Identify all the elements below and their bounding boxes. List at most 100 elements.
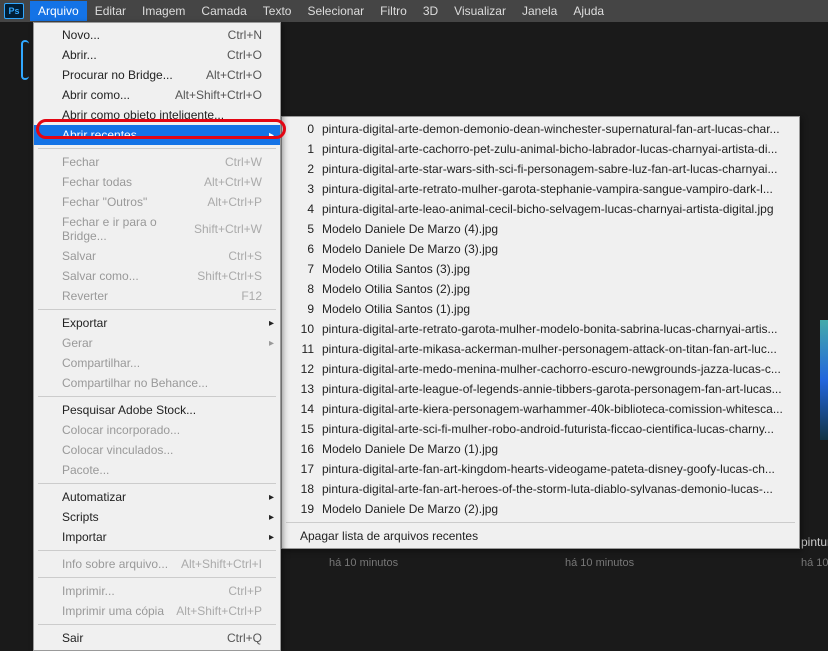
clear-recent-files[interactable]: Apagar lista de arquivos recentes — [282, 526, 799, 546]
menu-item-label: Abrir... — [62, 48, 97, 62]
recent-file-name: pintura-digital-arte-mikasa-ackerman-mul… — [322, 342, 777, 356]
menu-item-label: Abrir recentes — [62, 128, 137, 142]
menu-item-label: Pacote... — [62, 463, 109, 477]
menu-item-label: Scripts — [62, 510, 99, 524]
recent-file-item[interactable]: 0pintura-digital-arte-demon-demonio-dean… — [282, 119, 799, 139]
menu-item[interactable]: Abrir como...Alt+Shift+Ctrl+O — [34, 85, 280, 105]
recent-file-item[interactable]: 5Modelo Daniele De Marzo (4).jpg — [282, 219, 799, 239]
recent-file-index: 0 — [296, 122, 314, 136]
menu-item: SalvarCtrl+S — [34, 246, 280, 266]
recent-file-item[interactable]: 16Modelo Daniele De Marzo (1).jpg — [282, 439, 799, 459]
recent-file-item[interactable]: 19 Modelo Daniele De Marzo (2).jpg — [282, 499, 799, 519]
menu-item[interactable]: Importar — [34, 527, 280, 547]
recent-file-name: Modelo Daniele De Marzo (4).jpg — [322, 222, 498, 236]
recent-file-item[interactable]: 14pintura-digital-arte-kiera-personagem-… — [282, 399, 799, 419]
menu-item: Compartilhar... — [34, 353, 280, 373]
recent-file-index: 12 — [296, 362, 314, 376]
menu-item-label: Importar — [62, 530, 107, 544]
menu-item-label: Fechar "Outros" — [62, 195, 147, 209]
recent-file-item[interactable]: 13pintura-digital-arte-league-of-legends… — [282, 379, 799, 399]
recent-file-name: pintura-digital-arte-leao-animal-cecil-b… — [322, 202, 774, 216]
recent-file-name: pintura-digital-arte-star-wars-sith-sci-… — [322, 162, 777, 176]
recent-file-index: 19 — [296, 502, 314, 516]
recent-file-item[interactable]: 3pintura-digital-arte-retrato-mulher-gar… — [282, 179, 799, 199]
menu-item-shortcut: Ctrl+Q — [227, 631, 262, 645]
recent-file-item[interactable]: 12 pintura-digital-arte-medo-menina-mulhe… — [282, 359, 799, 379]
menubar-item-editar[interactable]: Editar — [87, 1, 134, 21]
recent-file-item[interactable]: 10pintura-digital-arte-retrato-garota-mu… — [282, 319, 799, 339]
menu-item[interactable]: Procurar no Bridge...Alt+Ctrl+O — [34, 65, 280, 85]
recent-file-item[interactable]: 1pintura-digital-arte-cachorro-pet-zulu-… — [282, 139, 799, 159]
menu-item: Colocar incorporado... — [34, 420, 280, 440]
menu-item[interactable]: Exportar — [34, 313, 280, 333]
menu-item[interactable]: Abrir...Ctrl+O — [34, 45, 280, 65]
menu-item: Fechar todasAlt+Ctrl+W — [34, 172, 280, 192]
menubar-item-imagem[interactable]: Imagem — [134, 1, 193, 21]
menu-item[interactable]: SairCtrl+Q — [34, 628, 280, 648]
menu-item: Info sobre arquivo...Alt+Shift+Ctrl+I — [34, 554, 280, 574]
recent-file-name: pintura-digital-arte-league-of-legends-a… — [322, 382, 782, 396]
menubar-item-filtro[interactable]: Filtro — [372, 1, 415, 21]
menubar-item-selecionar[interactable]: Selecionar — [299, 1, 372, 21]
menu-item-label: Pesquisar Adobe Stock... — [62, 403, 196, 417]
menu-item-shortcut: Ctrl+N — [228, 28, 262, 42]
recent-thumbnail[interactable]: pintura-digital...há 10 minutos — [801, 535, 828, 569]
menu-item[interactable]: Scripts — [34, 507, 280, 527]
menubar-item-3d[interactable]: 3D — [415, 1, 446, 21]
recent-file-name: pintura-digital-arte-retrato-mulher-garo… — [322, 182, 773, 196]
recent-file-name: Modelo Otilia Santos (1).jpg — [322, 302, 470, 316]
menu-item: Gerar — [34, 333, 280, 353]
recent-file-name: pintura-digital-arte-fan-art-kingdom-hea… — [322, 462, 775, 476]
menu-separator — [38, 148, 276, 149]
menu-item-label: Novo... — [62, 28, 100, 42]
menubar-item-janela[interactable]: Janela — [514, 1, 565, 21]
menu-item[interactable]: Abrir como objeto inteligente... — [34, 105, 280, 125]
menubar-item-texto[interactable]: Texto — [255, 1, 300, 21]
menu-item[interactable]: Abrir recentes — [34, 125, 280, 145]
menu-item-label: Compartilhar no Behance... — [62, 376, 208, 390]
menu-item-label: Info sobre arquivo... — [62, 557, 168, 571]
recent-file-name: pintura-digital-arte-kiera-personagem-wa… — [322, 402, 783, 416]
recent-file-item[interactable]: 17 pintura-digital-arte-fan-art-kingdom-h… — [282, 459, 799, 479]
menu-item-label: Imprimir... — [62, 584, 115, 598]
recent-file-item[interactable]: 8Modelo Otilia Santos (2).jpg — [282, 279, 799, 299]
menu-item: Imprimir...Ctrl+P — [34, 581, 280, 601]
menu-item[interactable]: Automatizar — [34, 487, 280, 507]
menu-separator — [38, 396, 276, 397]
recent-file-item[interactable]: 7Modelo Otilia Santos (3).jpg — [282, 259, 799, 279]
recent-file-item[interactable]: 15pintura-digital-arte-sci-fi-mulher-rob… — [282, 419, 799, 439]
menu-item-shortcut: Ctrl+S — [228, 249, 262, 263]
recent-file-item[interactable]: 6Modelo Daniele De Marzo (3).jpg — [282, 239, 799, 259]
clear-recent-label: Apagar lista de arquivos recentes — [300, 529, 478, 543]
menubar-item-arquivo[interactable]: Arquivo — [30, 1, 87, 21]
recent-file-name: pintura-digital-arte-medo-menina-mulher-… — [322, 362, 781, 376]
recent-file-index: 17 — [296, 462, 314, 476]
menu-item-label: Abrir como objeto inteligente... — [62, 108, 224, 122]
menubar-item-ajuda[interactable]: Ajuda — [565, 1, 612, 21]
recent-file-name: Modelo Daniele De Marzo (1).jpg — [322, 442, 498, 456]
menu-item-label: Colocar incorporado... — [62, 423, 180, 437]
menu-item-shortcut: Alt+Ctrl+W — [204, 175, 262, 189]
home-tab-glow — [21, 40, 29, 80]
menu-separator — [38, 624, 276, 625]
recent-file-index: 7 — [296, 262, 314, 276]
menu-item-label: Automatizar — [62, 490, 126, 504]
menu-item: Pacote... — [34, 460, 280, 480]
recent-file-item[interactable]: 9Modelo Otilia Santos (1).jpg — [282, 299, 799, 319]
recent-file-item[interactable]: 18pintura-digital-arte-fan-art-heroes-of… — [282, 479, 799, 499]
menubar-item-camada[interactable]: Camada — [193, 1, 254, 21]
recent-file-name: Modelo Daniele De Marzo (2).jpg — [322, 502, 498, 516]
menu-separator — [38, 483, 276, 484]
recent-file-item[interactable]: 2pintura-digital-arte-star-wars-sith-sci… — [282, 159, 799, 179]
recent-file-item[interactable]: 11pintura-digital-arte-mikasa-ackerman-m… — [282, 339, 799, 359]
menu-item-shortcut: Shift+Ctrl+W — [194, 222, 262, 236]
menu-separator — [38, 577, 276, 578]
recent-file-name: Modelo Otilia Santos (2).jpg — [322, 282, 470, 296]
thumbnail-title: pintura-digital... — [801, 535, 828, 549]
recent-file-item[interactable]: 4pintura-digital-arte-leao-animal-cecil-… — [282, 199, 799, 219]
menubar-item-visualizar[interactable]: Visualizar — [446, 1, 514, 21]
menu-item[interactable]: Novo... Ctrl+N — [34, 25, 280, 45]
menu-item[interactable]: Pesquisar Adobe Stock... — [34, 400, 280, 420]
recent-file-index: 1 — [296, 142, 314, 156]
file-menu-dropdown: Novo... Ctrl+N Abrir...Ctrl+OProcurar no B… — [33, 22, 281, 651]
